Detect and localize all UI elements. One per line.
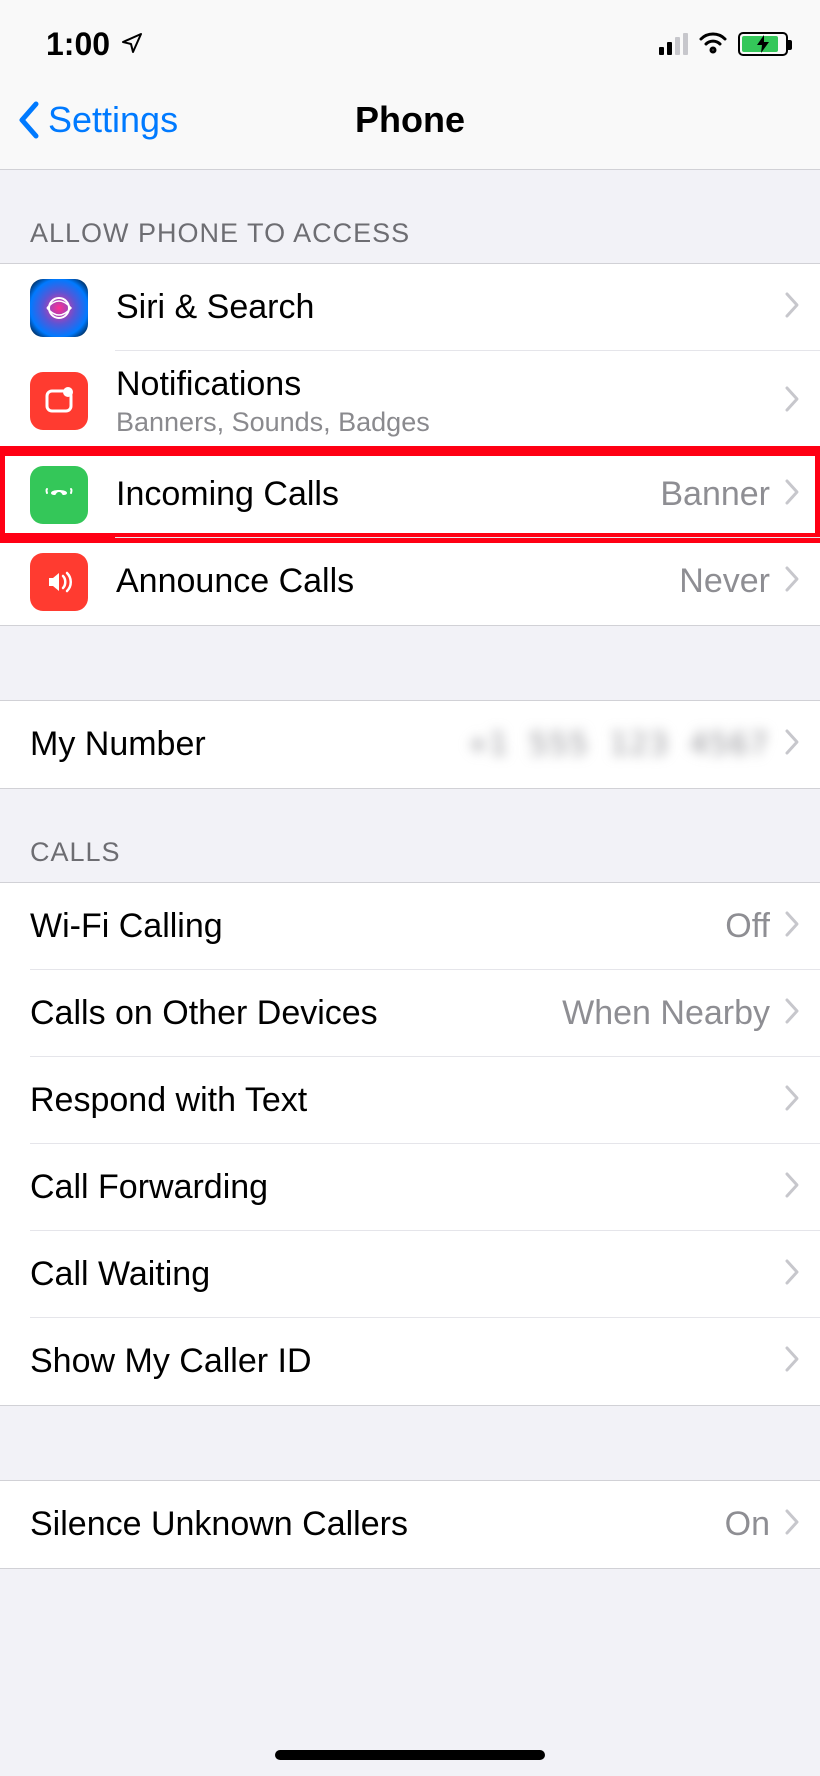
chevron-right-icon — [784, 997, 800, 1030]
row-silence-unknown-callers[interactable]: Silence Unknown Callers On — [0, 1481, 820, 1568]
list-my-number: My Number +1 555 123 4567 — [0, 700, 820, 789]
row-announce-calls[interactable]: Announce Calls Never — [0, 538, 820, 625]
row-title: Notifications — [116, 364, 784, 405]
row-title: Call Forwarding — [30, 1167, 784, 1208]
status-left: 1:00 — [46, 26, 144, 63]
chevron-right-icon — [784, 1508, 800, 1541]
list-silence: Silence Unknown Callers On — [0, 1480, 820, 1569]
row-call-waiting[interactable]: Call Waiting — [0, 1231, 820, 1318]
section-calls: CALLS Wi-Fi Calling Off Calls on Other D… — [0, 789, 820, 1406]
row-incoming-calls[interactable]: Incoming Calls Banner — [0, 451, 820, 538]
list-calls: Wi-Fi Calling Off Calls on Other Devices… — [0, 882, 820, 1406]
chevron-right-icon — [784, 1258, 800, 1291]
battery-charging-icon — [740, 34, 786, 54]
row-title: Siri & Search — [116, 287, 784, 328]
row-wifi-calling[interactable]: Wi-Fi Calling Off — [0, 883, 820, 970]
row-title: Call Waiting — [30, 1254, 784, 1295]
phone-icon — [30, 466, 88, 524]
row-value: On — [725, 1505, 770, 1544]
section-silence: Silence Unknown Callers On — [0, 1406, 820, 1569]
speaker-icon — [30, 553, 88, 611]
row-siri-search[interactable]: Siri & Search — [0, 264, 820, 351]
row-title: My Number — [30, 724, 469, 765]
siri-icon — [30, 279, 88, 337]
notifications-icon — [30, 372, 88, 430]
section-header-access: ALLOW PHONE TO ACCESS — [0, 170, 820, 263]
cellular-icon — [659, 33, 688, 55]
row-value: When Nearby — [562, 994, 770, 1033]
row-value: +1 555 123 4567 — [469, 727, 770, 762]
row-title: Calls on Other Devices — [30, 993, 562, 1034]
chevron-right-icon — [784, 565, 800, 598]
list-access: Siri & Search Notifications Banners, Sou… — [0, 263, 820, 626]
back-button[interactable]: Settings — [0, 99, 178, 141]
nav-bar: Settings Phone — [0, 70, 820, 170]
section-my-number: My Number +1 555 123 4567 — [0, 626, 820, 789]
home-indicator[interactable] — [275, 1750, 545, 1760]
row-subtitle: Banners, Sounds, Badges — [116, 407, 784, 438]
status-time: 1:00 — [46, 26, 110, 63]
row-notifications[interactable]: Notifications Banners, Sounds, Badges — [0, 351, 820, 451]
chevron-right-icon — [784, 1171, 800, 1204]
row-title: Show My Caller ID — [30, 1341, 784, 1382]
status-right — [659, 26, 788, 63]
row-title: Silence Unknown Callers — [30, 1504, 725, 1545]
row-show-my-caller-id[interactable]: Show My Caller ID — [0, 1318, 820, 1405]
back-label: Settings — [48, 99, 178, 141]
battery-icon — [738, 32, 788, 56]
row-title: Wi-Fi Calling — [30, 906, 725, 947]
wifi-icon — [698, 26, 728, 63]
row-title: Incoming Calls — [116, 474, 660, 515]
row-calls-other-devices[interactable]: Calls on Other Devices When Nearby — [0, 970, 820, 1057]
chevron-right-icon — [784, 385, 800, 418]
chevron-right-icon — [784, 1345, 800, 1378]
chevron-right-icon — [784, 910, 800, 943]
chevron-right-icon — [784, 728, 800, 761]
row-my-number[interactable]: My Number +1 555 123 4567 — [0, 701, 820, 788]
section-access: ALLOW PHONE TO ACCESS Siri & Search Noti… — [0, 170, 820, 626]
section-header-calls: CALLS — [0, 789, 820, 882]
row-value: Off — [725, 907, 770, 946]
row-call-forwarding[interactable]: Call Forwarding — [0, 1144, 820, 1231]
chevron-right-icon — [784, 478, 800, 511]
row-title: Respond with Text — [30, 1080, 784, 1121]
row-value: Banner — [660, 475, 770, 514]
chevron-right-icon — [784, 291, 800, 324]
chevron-right-icon — [784, 1084, 800, 1117]
location-icon — [120, 26, 144, 63]
row-respond-with-text[interactable]: Respond with Text — [0, 1057, 820, 1144]
row-title: Announce Calls — [116, 561, 679, 602]
status-bar: 1:00 — [0, 0, 820, 70]
row-value: Never — [679, 562, 770, 601]
